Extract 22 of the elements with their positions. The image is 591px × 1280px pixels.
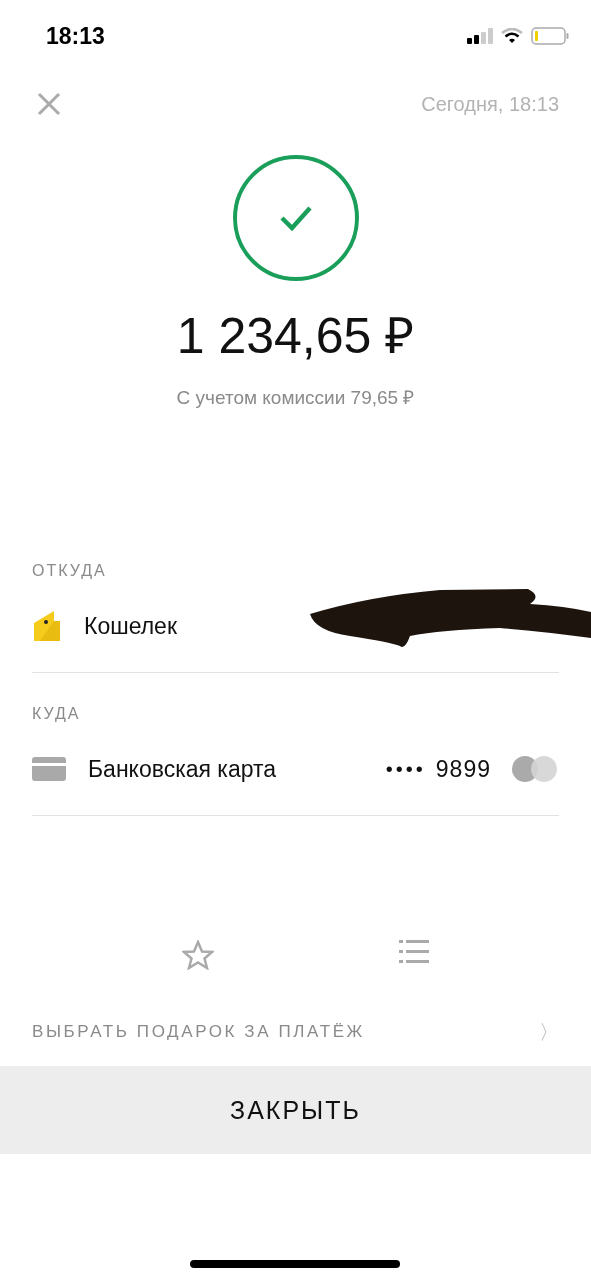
chevron-icon: 〉	[539, 1018, 559, 1046]
close-icon[interactable]	[36, 91, 62, 117]
wallet-name: Кошелек	[84, 612, 177, 640]
card-brand-icon	[511, 755, 559, 783]
signal-icon	[467, 28, 493, 44]
date-time: Сегодня, 18:13	[421, 92, 559, 116]
close-button[interactable]: ЗАКРЫТЬ	[0, 1066, 591, 1154]
card-icon	[32, 757, 66, 781]
success-check-icon	[231, 154, 360, 282]
card-number: 9899	[435, 755, 491, 783]
status-time: 18:13	[46, 22, 105, 50]
card-mask: ••••	[385, 757, 426, 781]
card-name: Банковская карта	[88, 755, 277, 783]
gift-link-text: ВЫБРАТЬ ПОДАРОК ЗА ПЛАТЁЖ	[32, 1022, 365, 1042]
wallet-icon	[32, 609, 62, 643]
wifi-icon	[501, 28, 523, 44]
battery-icon	[531, 27, 569, 45]
star-icon[interactable]	[182, 940, 215, 970]
section-label: ОТКУДА	[32, 562, 108, 580]
payment-amount: 1 234,65 ₽	[176, 307, 415, 366]
commission-text: С учетом комиссии 79,65 ₽	[176, 386, 415, 410]
section-label: КУДА	[32, 705, 82, 723]
